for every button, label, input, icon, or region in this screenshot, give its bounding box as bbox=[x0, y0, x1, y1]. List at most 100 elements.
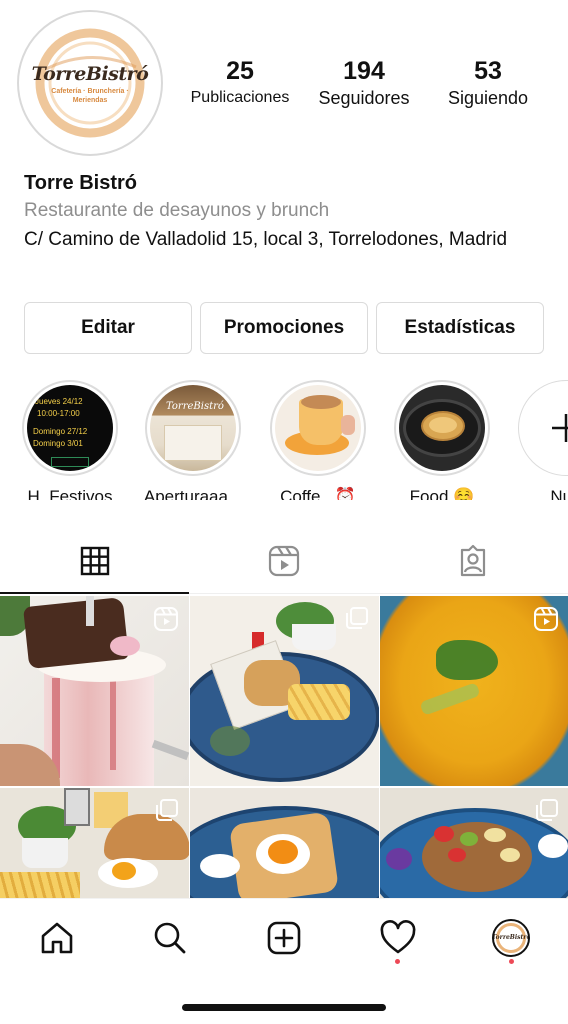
profile-stats: 25 Publicaciones 194 Seguidores 53 Sigui… bbox=[180, 56, 548, 110]
add-post-icon bbox=[267, 921, 301, 954]
highlight-counter bbox=[164, 425, 222, 461]
highlight-label: Nue bbox=[550, 487, 568, 500]
reels-icon bbox=[154, 607, 178, 631]
posts-grid bbox=[0, 596, 568, 898]
highlight-label: H. Festivos bbox=[27, 487, 113, 500]
grid-icon bbox=[80, 546, 109, 575]
profile-address[interactable]: C/ Camino de Valladolid 15, local 3, Tor… bbox=[24, 226, 548, 253]
search-icon bbox=[155, 922, 186, 953]
strawberry bbox=[434, 826, 454, 842]
profile-avatar-small: TorreBistró bbox=[492, 918, 531, 957]
highlight-festivos[interactable]: Jueves 24/12 10:00-17:00 Domingo 27/12 D… bbox=[8, 380, 132, 500]
notification-dot bbox=[508, 958, 514, 964]
home-icon bbox=[41, 922, 73, 953]
milkshake-glass bbox=[44, 666, 154, 786]
highlight-coffee[interactable]: Coffe...⏰ bbox=[256, 380, 380, 500]
tab-tagged[interactable] bbox=[379, 528, 568, 593]
hand bbox=[341, 415, 355, 435]
nav-search[interactable] bbox=[140, 908, 200, 968]
posts-count: 25 bbox=[226, 57, 254, 85]
banana bbox=[500, 848, 520, 862]
highlight-cover bbox=[399, 385, 485, 471]
avatar-logo: TorreBistró Cafetería · Brunchería · Mer… bbox=[26, 19, 154, 147]
highlight-new[interactable]: Nue bbox=[504, 380, 568, 500]
edit-profile-button[interactable]: Editar bbox=[24, 302, 192, 354]
multiple-icon bbox=[346, 607, 368, 629]
highlight-text-1: Jueves 24/12 bbox=[35, 397, 83, 406]
pancake-top bbox=[429, 417, 457, 433]
post-burger[interactable] bbox=[0, 788, 189, 898]
nav-profile[interactable]: TorreBistró bbox=[481, 908, 541, 968]
profile-actions: Editar Promociones Estadísticas bbox=[24, 302, 544, 354]
highlight-label: Coffe...⏰ bbox=[280, 487, 356, 500]
posts-label: Publicaciones bbox=[190, 89, 290, 106]
plus-icon bbox=[552, 414, 568, 442]
brownie bbox=[23, 596, 129, 670]
logo-text: TorreBistró bbox=[31, 63, 149, 85]
fries bbox=[0, 872, 80, 898]
qr-sign bbox=[64, 788, 90, 826]
home-indicator[interactable] bbox=[182, 1004, 386, 1011]
reels-icon bbox=[268, 545, 300, 576]
following-count: 53 bbox=[474, 57, 502, 85]
nav-activity[interactable] bbox=[368, 908, 428, 968]
profile-bio: Torre Bistró Restaurante de desayunos y … bbox=[24, 170, 548, 253]
following-label: Siguiendo bbox=[447, 88, 529, 108]
strawberry bbox=[448, 848, 466, 862]
post-sandwich[interactable] bbox=[190, 596, 379, 786]
kiwi bbox=[460, 832, 478, 846]
multiple-icon bbox=[536, 799, 558, 821]
highlight-apertura[interactable]: TorreBistró Aperturaaa... bbox=[131, 380, 255, 500]
tagged-icon bbox=[461, 544, 486, 576]
highlight-text-1: TorreBistró bbox=[166, 401, 224, 412]
highlight-cover: Jueves 24/12 10:00-17:00 Domingo 27/12 D… bbox=[27, 385, 113, 471]
highlight-label: Food ☺️ bbox=[409, 487, 475, 500]
story-highlights: Jueves 24/12 10:00-17:00 Domingo 27/12 D… bbox=[0, 380, 568, 500]
reels-icon bbox=[534, 607, 558, 631]
tab-posts-grid[interactable] bbox=[0, 528, 190, 594]
post-milkshake[interactable] bbox=[0, 596, 189, 786]
logo-mini: TorreBistró bbox=[494, 922, 528, 953]
post-egg-toast[interactable] bbox=[190, 788, 379, 898]
pot bbox=[22, 838, 68, 868]
nav-create[interactable] bbox=[254, 908, 314, 968]
profile-name: Torre Bistró bbox=[24, 172, 137, 194]
highlight-ring bbox=[394, 380, 490, 476]
notification-dot bbox=[395, 958, 401, 964]
highlight-ring bbox=[270, 380, 366, 476]
fries bbox=[288, 684, 350, 720]
multiple-icon bbox=[156, 799, 178, 821]
highlight-ring: Jueves 24/12 10:00-17:00 Domingo 27/12 D… bbox=[22, 380, 118, 476]
straw bbox=[86, 596, 94, 626]
highlight-ring bbox=[518, 380, 568, 476]
syrup-drip bbox=[110, 680, 116, 770]
pot bbox=[292, 624, 336, 650]
cream bbox=[538, 834, 568, 858]
nav-home[interactable] bbox=[27, 908, 87, 968]
highlight-cover: TorreBistró bbox=[150, 385, 236, 471]
insights-button[interactable]: Estadísticas bbox=[376, 302, 544, 354]
coffee-foam bbox=[301, 395, 341, 409]
post-pancakes[interactable] bbox=[380, 788, 568, 898]
logo-subtext: Cafetería · Brunchería · Meriendas bbox=[51, 88, 129, 104]
greens bbox=[210, 726, 250, 756]
stat-followers[interactable]: 194 Seguidores bbox=[304, 56, 424, 110]
highlight-text-3: Domingo 27/12 bbox=[33, 427, 88, 436]
tab-reels[interactable] bbox=[189, 528, 378, 593]
sprinkles bbox=[110, 636, 140, 656]
promotions-button[interactable]: Promociones bbox=[200, 302, 368, 354]
stat-posts[interactable]: 25 Publicaciones bbox=[180, 56, 300, 110]
spoon bbox=[151, 739, 189, 761]
heart-icon bbox=[380, 919, 415, 953]
herbs bbox=[436, 640, 498, 680]
highlight-label: Aperturaaa... bbox=[143, 487, 243, 500]
profile-avatar[interactable]: TorreBistró Cafetería · Brunchería · Mer… bbox=[17, 10, 163, 156]
highlight-ring: TorreBistró bbox=[145, 380, 241, 476]
stat-following[interactable]: 53 Siguiendo bbox=[428, 56, 548, 110]
post-omelette[interactable] bbox=[380, 596, 568, 786]
highlight-cover bbox=[275, 385, 361, 471]
followers-count: 194 bbox=[343, 57, 385, 85]
highlight-food[interactable]: Food ☺️ bbox=[380, 380, 504, 500]
bottom-navigation: TorreBistró bbox=[0, 898, 568, 976]
highlight-text-2: 10:00-17:00 bbox=[37, 409, 80, 418]
